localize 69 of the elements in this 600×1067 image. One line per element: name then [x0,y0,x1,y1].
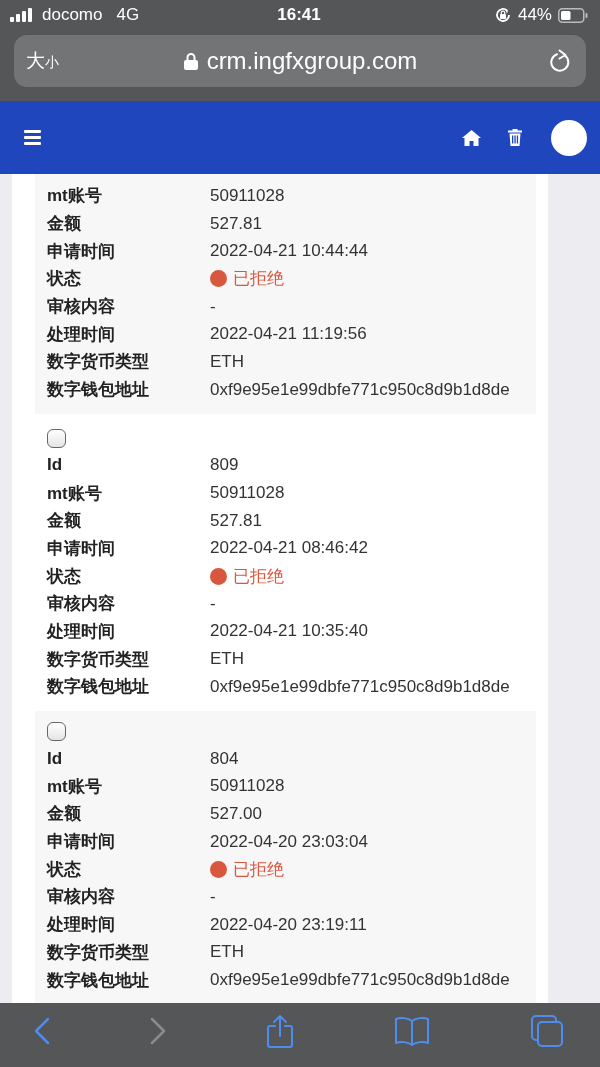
field-label: 数字货币类型 [47,648,150,671]
field-value: - [210,886,216,907]
home-icon[interactable] [462,129,481,146]
status-text: 已拒绝 [233,858,284,881]
field-value: 527.81 [210,510,262,531]
checkbox[interactable] [47,429,66,448]
field-value: 0xf9e95e1e99dbfe771c950c8d9b1d8de [210,379,510,400]
reload-icon[interactable] [550,49,572,73]
field-label: 状态 [47,268,82,291]
field-value: 50911028 [210,185,285,206]
field-value: ETH [210,942,244,963]
field-value: ETH [210,351,244,372]
field-label: 审核内容 [47,593,116,616]
field-label: 审核内容 [47,886,116,909]
field-label: 数字钱包地址 [47,969,150,992]
field-label: 处理时间 [47,914,116,937]
network-type: 4G [116,5,140,25]
field-value: 2022-04-20 23:19:11 [210,914,367,935]
field-value: 0xf9e95e1e99dbfe771c950c8d9b1d8de [210,970,510,991]
field-value: 2022-04-21 08:46:42 [210,538,368,559]
url-text: crm.ingfxgroup.com [206,47,418,75]
field-value: 0xf9e95e1e99dbfe771c950c8d9b1d8de [210,676,510,697]
field-value: 50911028 [210,483,285,504]
field-label: 审核内容 [47,296,116,319]
status-text: 已拒绝 [233,268,284,291]
field-label: 申请时间 [47,537,116,560]
field-label: 数字货币类型 [47,351,150,374]
text-size-button[interactable]: 大小 [26,48,176,74]
field-value: 2022-04-21 10:35:40 [210,621,368,642]
carrier: docomo [42,5,103,25]
field-label: mt账号 [47,775,103,798]
address-bar[interactable]: 大小 crm.ingfxgroup.com [14,35,586,87]
avatar[interactable] [551,119,587,156]
field-value: - [210,593,216,614]
field-label: 状态 [47,565,82,588]
status-text: 已拒绝 [233,565,284,588]
field-label: 金额 [47,213,82,236]
field-label: 数字钱包地址 [47,676,150,699]
field-label: mt账号 [47,185,103,208]
trash-icon[interactable] [508,129,522,146]
field-label: 处理时间 [47,620,116,643]
field-value: 2022-04-20 23:03:04 [210,831,368,852]
lock-icon [183,52,198,70]
field-label: mt账号 [47,482,103,505]
field-value: 527.00 [210,803,262,824]
field-label: 状态 [47,858,82,881]
field-label: 申请时间 [47,240,116,263]
field-label: Id [47,455,64,476]
field-value: 804 [210,748,239,769]
field-value: ETH [210,649,244,670]
battery-icon [558,7,588,23]
menu-icon[interactable] [24,130,41,145]
field-label: 金额 [47,510,82,533]
field-value: 527.81 [210,213,262,234]
field-label: 申请时间 [47,831,116,854]
field-label: 数字货币类型 [47,941,150,964]
checkbox[interactable] [47,722,66,742]
field-label: 数字钱包地址 [47,379,150,402]
rotation-lock-icon [493,6,512,24]
field-value: 2022-04-21 10:44:44 [210,241,368,262]
field-value: - [210,296,216,317]
battery-percent: 44% [517,5,552,25]
field-value: 809 [210,455,239,476]
clock: 16:41 [277,5,321,25]
field-label: Id [47,748,64,769]
field-label: 金额 [47,803,82,826]
field-value: 2022-04-21 11:19:56 [210,324,367,345]
field-label: 处理时间 [47,323,116,346]
field-value: 50911028 [210,776,285,797]
